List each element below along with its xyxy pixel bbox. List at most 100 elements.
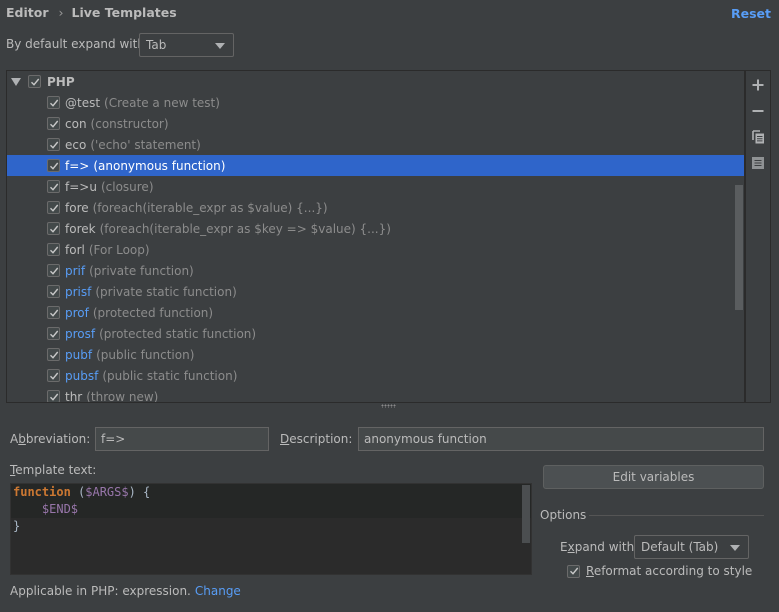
template-abbreviation: thr <box>65 389 83 403</box>
reformat-label: Reformat according to style <box>586 564 753 578</box>
editor-scrollbar[interactable] <box>522 485 530 543</box>
editor-line-1: function ($ARGS$) { <box>13 485 151 499</box>
checkmark-icon <box>49 162 58 170</box>
template-checkbox[interactable] <box>47 348 60 361</box>
reformat-checkbox[interactable] <box>567 564 580 578</box>
template-checkbox[interactable] <box>47 327 60 340</box>
tree-group-php[interactable]: PHP <box>7 71 744 92</box>
template-abbreviation: @test <box>65 95 101 110</box>
change-context-link[interactable]: Change <box>195 584 241 598</box>
checkmark-icon <box>49 246 58 254</box>
templates-tree[interactable]: PHP @test (Create a new test) con (construc… <box>6 70 745 403</box>
breadcrumb-editor[interactable]: Editor <box>6 5 49 20</box>
template-abbreviation: forek <box>65 221 96 236</box>
template-text-editor[interactable]: function ($ARGS$) { $END$ } <box>10 483 532 575</box>
template-checkbox[interactable] <box>47 306 60 319</box>
template-checkbox[interactable] <box>47 96 60 109</box>
template-checkbox[interactable] <box>47 243 60 256</box>
template-description: (For Loop) <box>88 242 150 257</box>
tree-item[interactable]: forl (For Loop) <box>7 239 744 260</box>
template-description: (anonymous function) <box>93 158 226 173</box>
template-description: (private static function) <box>95 284 237 299</box>
checkmark-icon <box>49 309 58 317</box>
template-abbreviation: pubf <box>65 347 93 362</box>
template-description: (Create a new test) <box>104 95 220 110</box>
template-description: (protected function) <box>92 305 214 320</box>
add-template-button[interactable] <box>746 74 770 96</box>
reformat-checkbox-row[interactable]: Reformat according to style <box>567 564 752 578</box>
checkmark-icon <box>49 183 58 191</box>
template-description: (constructor) <box>90 116 169 131</box>
splitter-handle[interactable] <box>381 404 396 408</box>
tree-toolbar <box>745 70 771 403</box>
editor-line-2: $END$ <box>41 502 79 516</box>
minus-icon <box>752 110 764 112</box>
checkmark-icon <box>49 393 58 401</box>
template-checkbox[interactable] <box>47 390 60 402</box>
breadcrumb-separator: › <box>58 5 64 20</box>
template-checkbox[interactable] <box>47 138 60 151</box>
tree-item[interactable]: prif (private function) <box>7 260 744 281</box>
tree-item[interactable]: f=> (anonymous function) <box>7 155 744 176</box>
tree-item[interactable]: forek (foreach(iterable_expr as $key => $… <box>7 218 744 239</box>
remove-template-button[interactable] <box>746 100 770 122</box>
group-checkbox[interactable] <box>28 75 41 88</box>
description-value: anonymous function <box>364 432 487 446</box>
template-checkbox[interactable] <box>47 180 60 193</box>
restore-icon <box>752 157 764 169</box>
template-description: (protected static function) <box>99 326 257 341</box>
tree-item[interactable]: f=>u (closure) <box>7 176 744 197</box>
default-expand-label: By default expand with <box>6 37 145 51</box>
options-title: Options <box>540 508 587 522</box>
tree-item[interactable]: thr (throw new) <box>7 386 744 403</box>
checkmark-icon <box>49 141 58 149</box>
plus-icon <box>752 79 764 91</box>
template-description: (closure) <box>100 179 154 194</box>
group-label: PHP <box>47 74 75 89</box>
abbreviation-input[interactable]: f=> <box>95 427 269 451</box>
template-text-label: Template text: <box>10 463 97 477</box>
checkmark-icon <box>569 567 578 575</box>
template-checkbox[interactable] <box>47 369 60 382</box>
tree-item[interactable]: prisf (private static function) <box>7 281 744 302</box>
expand-with-label: Expand with <box>560 540 635 554</box>
description-input[interactable]: anonymous function <box>358 427 764 451</box>
template-abbreviation: pubsf <box>65 368 99 383</box>
template-checkbox[interactable] <box>47 222 60 235</box>
tree-item[interactable]: prosf (protected static function) <box>7 323 744 344</box>
reset-link[interactable]: Reset <box>731 6 771 21</box>
checkmark-icon <box>49 225 58 233</box>
template-checkbox[interactable] <box>47 117 60 130</box>
restore-template-button[interactable] <box>746 152 770 174</box>
tree-item[interactable]: pubf (public function) <box>7 344 744 365</box>
expand-with-select[interactable]: Default (Tab) <box>634 535 749 559</box>
chevron-down-icon <box>215 43 225 49</box>
template-checkbox[interactable] <box>47 159 60 172</box>
template-description: (foreach(iterable_expr as $key => $value… <box>99 221 391 236</box>
template-checkbox[interactable] <box>47 285 60 298</box>
copy-template-button[interactable] <box>746 126 770 148</box>
tree-item[interactable]: @test (Create a new test) <box>7 92 744 113</box>
checkmark-icon <box>49 330 58 338</box>
template-description: (public function) <box>96 347 195 362</box>
template-abbreviation: f=> <box>65 158 90 173</box>
default-expand-select[interactable]: Tab <box>139 33 234 57</box>
tree-item[interactable]: prof (protected function) <box>7 302 744 323</box>
tree-item[interactable]: con (constructor) <box>7 113 744 134</box>
tree-item[interactable]: fore (foreach(iterable_expr as $value) {.… <box>7 197 744 218</box>
tree-scrollbar[interactable] <box>735 185 743 310</box>
checkmark-icon <box>49 120 58 128</box>
tree-item[interactable]: eco ('echo' statement) <box>7 134 744 155</box>
tree-item[interactable]: pubsf (public static function) <box>7 365 744 386</box>
edit-variables-button[interactable]: Edit variables <box>543 465 764 489</box>
template-description: (public static function) <box>102 368 238 383</box>
template-checkbox[interactable] <box>47 201 60 214</box>
expand-with-value: Default (Tab) <box>641 540 719 554</box>
applicable-text: Applicable in PHP: expression. <box>10 584 191 598</box>
options-divider <box>589 515 764 516</box>
template-abbreviation: prosf <box>65 326 96 341</box>
checkmark-icon <box>49 288 58 296</box>
template-abbreviation: f=>u <box>65 179 97 194</box>
expand-triangle-icon[interactable] <box>11 78 21 86</box>
template-checkbox[interactable] <box>47 264 60 277</box>
